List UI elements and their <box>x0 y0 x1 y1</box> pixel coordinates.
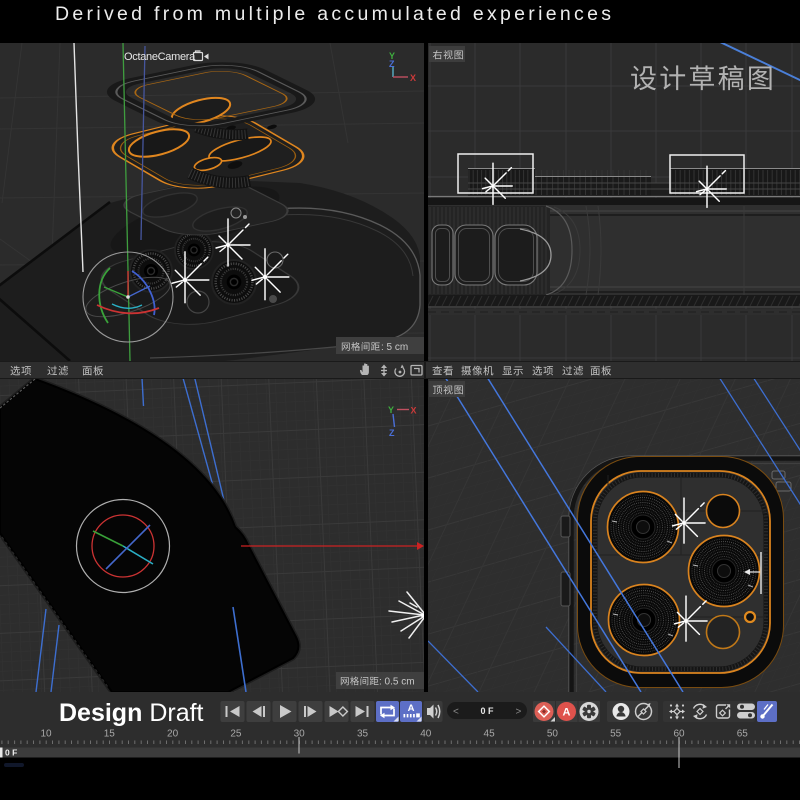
svg-text:<: < <box>453 707 459 718</box>
svg-text:15: 15 <box>104 729 116 740</box>
svg-text:10: 10 <box>40 729 52 740</box>
svg-text:65: 65 <box>737 729 749 740</box>
svg-text:20: 20 <box>167 729 179 740</box>
svg-text:Z: Z <box>389 59 395 69</box>
svg-text:X: X <box>410 73 416 83</box>
svg-text:Z: Z <box>389 428 395 438</box>
svg-text:: 5 cm: : 5 cm <box>381 342 408 353</box>
svg-text:45: 45 <box>484 729 496 740</box>
svg-text:OctaneCamera: OctaneCamera <box>124 51 196 63</box>
svg-text:>: > <box>516 707 522 718</box>
svg-text:40: 40 <box>420 729 432 740</box>
svg-text:: 0.5 cm: : 0.5 cm <box>379 677 415 688</box>
svg-text:0 F: 0 F <box>5 748 17 758</box>
svg-text:X: X <box>411 406 417 416</box>
svg-text:A: A <box>408 703 415 714</box>
svg-text:A: A <box>563 707 571 719</box>
svg-text:25: 25 <box>230 729 242 740</box>
svg-text:35: 35 <box>357 729 369 740</box>
svg-text:50: 50 <box>547 729 559 740</box>
svg-text:Y: Y <box>388 405 394 415</box>
svg-text:0 F: 0 F <box>480 706 494 716</box>
svg-text:55: 55 <box>610 729 622 740</box>
